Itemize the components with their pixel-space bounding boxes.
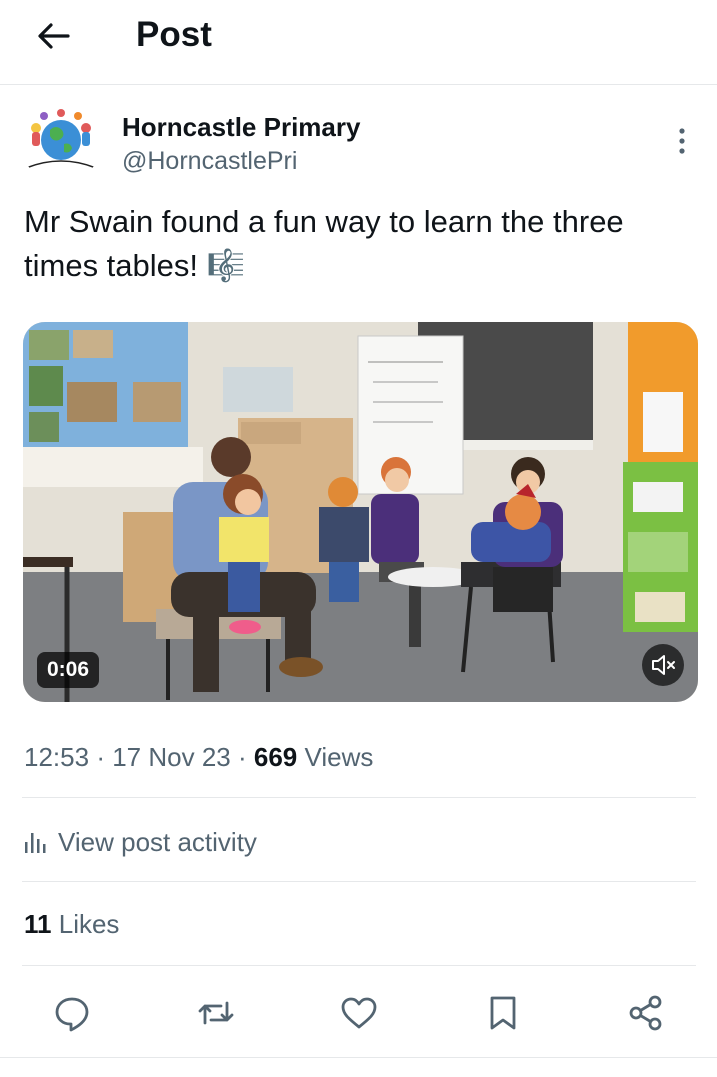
divider bbox=[0, 1057, 717, 1058]
heart-icon bbox=[341, 997, 377, 1029]
post-date: 17 Nov 23 bbox=[112, 742, 231, 772]
author-display-name[interactable]: Horncastle Primary bbox=[122, 112, 360, 142]
video-duration-badge: 0:06 bbox=[37, 652, 100, 688]
likes-count: 11 bbox=[24, 909, 52, 939]
more-options-button[interactable] bbox=[672, 126, 692, 156]
post-text: Mr Swain found a fun way to learn the th… bbox=[24, 204, 624, 283]
reply-icon bbox=[55, 997, 89, 1032]
mute-button[interactable] bbox=[642, 644, 684, 686]
repost-button[interactable] bbox=[196, 993, 236, 1033]
likes-label: Likes bbox=[58, 909, 120, 939]
more-vertical-icon bbox=[679, 128, 685, 154]
back-button[interactable] bbox=[34, 16, 74, 56]
view-post-activity-link[interactable]: View post activity bbox=[22, 820, 257, 864]
school-logo bbox=[25, 109, 97, 169]
views-label: Views bbox=[304, 742, 374, 772]
page-title: Post bbox=[136, 15, 212, 54]
share-icon bbox=[629, 995, 662, 1031]
arrow-left-icon bbox=[38, 23, 70, 49]
avatar[interactable] bbox=[22, 106, 100, 184]
video-frame bbox=[23, 322, 698, 702]
likes-summary[interactable]: 11 Likes bbox=[24, 906, 119, 942]
video-player[interactable]: 0:06 bbox=[23, 322, 698, 702]
post-time: 12:53 bbox=[24, 742, 90, 772]
reply-button[interactable] bbox=[52, 993, 92, 1033]
divider bbox=[22, 965, 696, 966]
top-bar: Post bbox=[0, 0, 717, 85]
view-post-activity-label: View post activity bbox=[58, 826, 257, 857]
bar-chart-icon bbox=[25, 833, 46, 853]
like-button[interactable] bbox=[339, 993, 379, 1033]
divider bbox=[22, 797, 696, 798]
post-meta: 12:53 · 17 Nov 23 · 669 Views bbox=[24, 740, 373, 774]
views-count: 669 bbox=[253, 742, 298, 772]
meta-separator: · bbox=[96, 742, 105, 772]
volume-mute-icon bbox=[652, 655, 675, 675]
post-action-bar bbox=[0, 985, 717, 1041]
bookmark-icon bbox=[490, 996, 516, 1030]
repost-icon bbox=[198, 1001, 234, 1025]
share-button[interactable] bbox=[626, 993, 666, 1033]
meta-separator: · bbox=[237, 742, 247, 772]
author-handle[interactable]: @HorncastlePri bbox=[122, 146, 297, 176]
divider bbox=[22, 881, 696, 882]
bookmark-button[interactable] bbox=[483, 993, 523, 1033]
post-author: Horncastle Primary @HorncastlePri bbox=[22, 106, 702, 186]
